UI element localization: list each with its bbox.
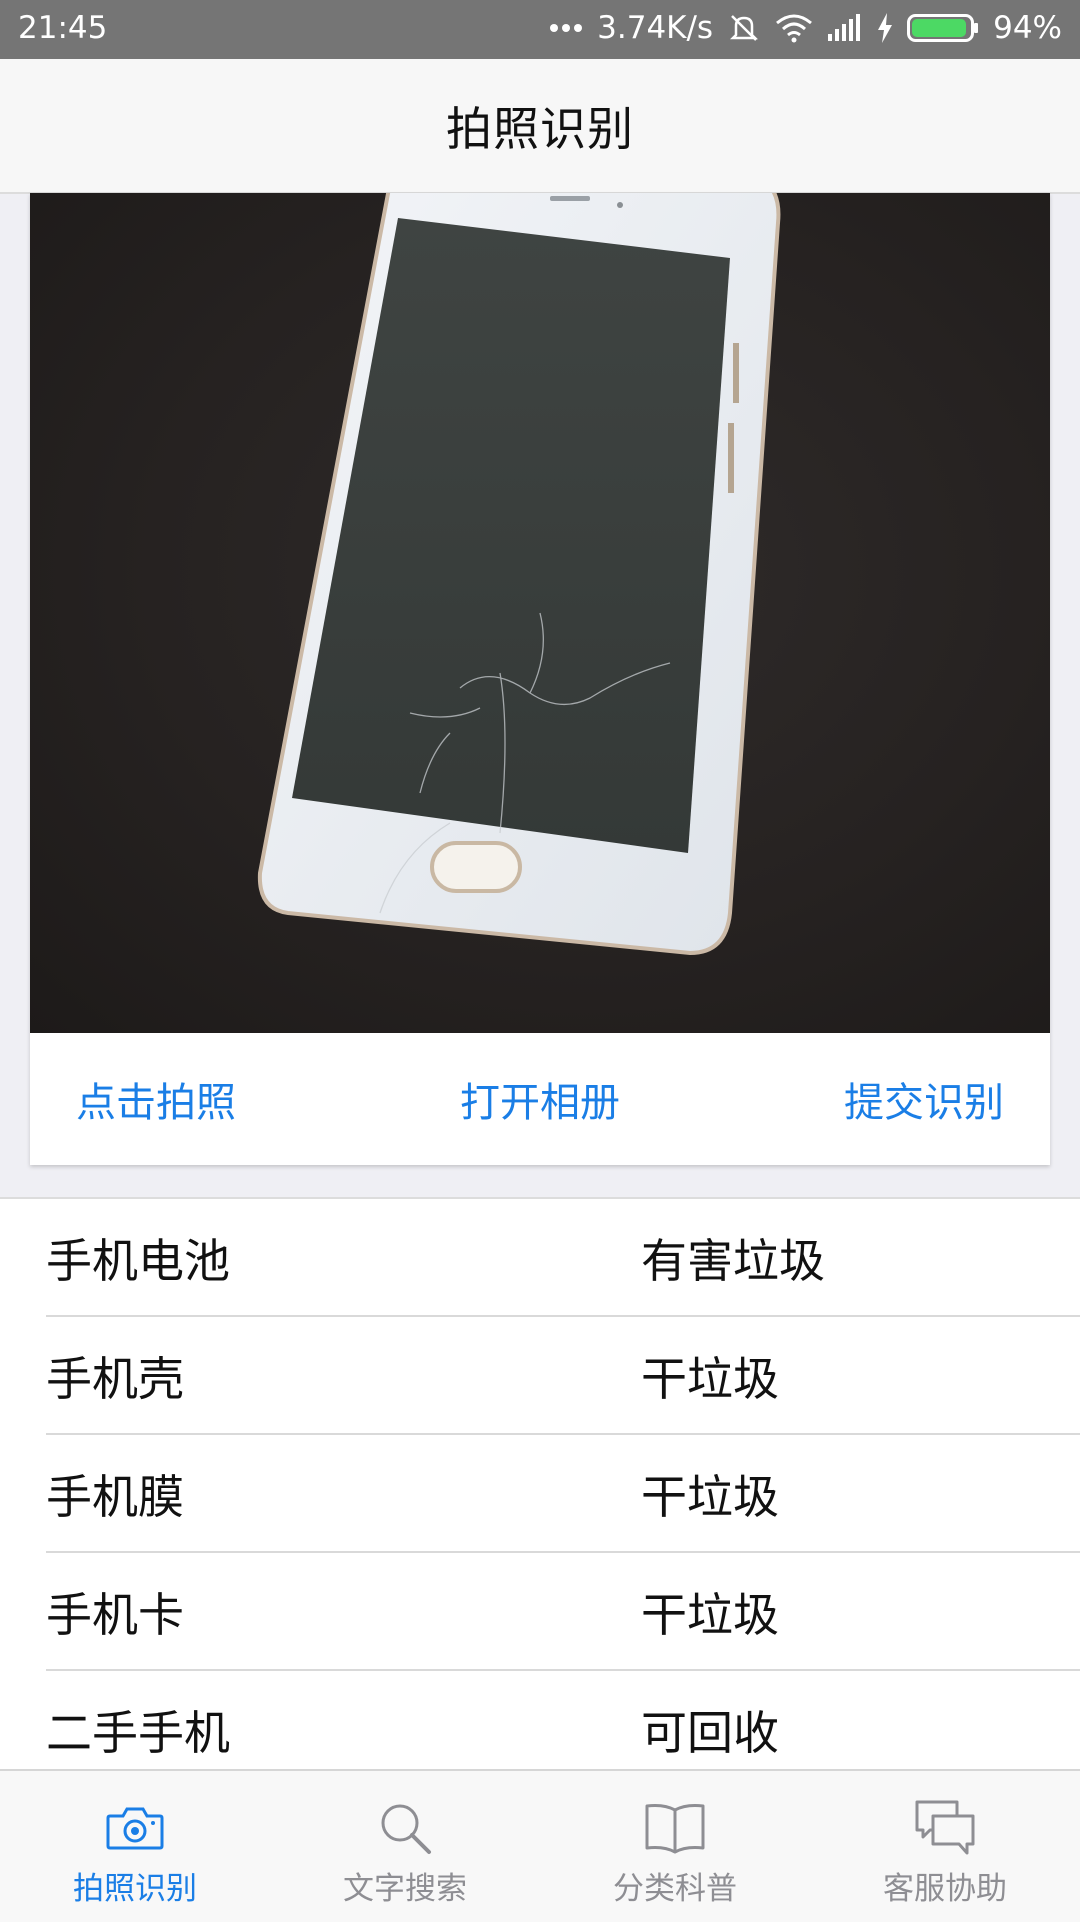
mute-bell-icon bbox=[727, 11, 761, 45]
list-item[interactable]: 手机卡 干垃圾 bbox=[46, 1553, 1080, 1671]
page-title: 拍照识别 bbox=[446, 101, 634, 156]
tab-label: 分类科普 bbox=[613, 1871, 737, 1907]
battery-icon bbox=[907, 13, 979, 43]
tab-label: 客服协助 bbox=[883, 1871, 1007, 1907]
list-item[interactable]: 手机电池 有害垃圾 bbox=[46, 1199, 1080, 1317]
phone-photo-illustration bbox=[257, 193, 781, 956]
battery-percent: 94% bbox=[993, 10, 1062, 46]
tab-customer-service[interactable]: 客服协助 bbox=[810, 1771, 1080, 1922]
item-name: 手机卡 bbox=[46, 1588, 184, 1642]
photo-card: 点击拍照 打开相册 提交识别 bbox=[30, 193, 1050, 1165]
status-icons: 3.74K/s 94% bbox=[549, 10, 1062, 46]
item-category: 干垃圾 bbox=[641, 1470, 779, 1524]
tab-label: 拍照识别 bbox=[73, 1871, 197, 1907]
take-photo-button[interactable]: 点击拍照 bbox=[76, 1070, 236, 1128]
status-time: 21:45 bbox=[18, 10, 108, 46]
camera-icon bbox=[100, 1797, 170, 1859]
list-item[interactable]: 二手手机 可回收 bbox=[46, 1671, 1080, 1771]
wifi-icon bbox=[775, 13, 813, 43]
item-category: 可回收 bbox=[641, 1706, 779, 1760]
item-name: 手机壳 bbox=[46, 1352, 184, 1406]
signal-icon bbox=[827, 14, 863, 42]
tab-category-guide[interactable]: 分类科普 bbox=[540, 1771, 810, 1922]
status-bar: 21:45 3.74K/s 94% bbox=[0, 0, 1080, 59]
network-speed: 3.74K/s bbox=[597, 10, 714, 46]
book-icon bbox=[640, 1797, 710, 1859]
nav-bar: 拍照识别 bbox=[0, 59, 1080, 194]
captured-photo bbox=[30, 193, 1050, 1033]
tab-photo-recognition[interactable]: 拍照识别 bbox=[0, 1771, 270, 1922]
submit-recognition-button[interactable]: 提交识别 bbox=[844, 1070, 1004, 1128]
search-icon bbox=[370, 1797, 440, 1859]
open-album-button[interactable]: 打开相册 bbox=[460, 1070, 620, 1128]
more-dots-icon bbox=[549, 23, 583, 33]
photo-actions: 点击拍照 打开相册 提交识别 bbox=[30, 1033, 1050, 1165]
chat-icon bbox=[910, 1797, 980, 1859]
charging-icon bbox=[877, 13, 893, 43]
item-name: 手机电池 bbox=[46, 1234, 230, 1288]
tab-label: 文字搜索 bbox=[343, 1871, 467, 1907]
item-category: 干垃圾 bbox=[641, 1588, 779, 1642]
list-item[interactable]: 手机膜 干垃圾 bbox=[46, 1435, 1080, 1553]
item-category: 有害垃圾 bbox=[641, 1234, 825, 1288]
results-list: 手机电池 有害垃圾 手机壳 干垃圾 手机膜 干垃圾 手机卡 干垃圾 二手手机 可… bbox=[0, 1197, 1080, 1771]
tab-bar: 拍照识别 文字搜索 分类科普 客服协助 bbox=[0, 1769, 1080, 1922]
item-category: 干垃圾 bbox=[641, 1352, 779, 1406]
tab-text-search[interactable]: 文字搜索 bbox=[270, 1771, 540, 1922]
item-name: 手机膜 bbox=[46, 1470, 184, 1524]
item-name: 二手手机 bbox=[46, 1706, 230, 1760]
list-item[interactable]: 手机壳 干垃圾 bbox=[46, 1317, 1080, 1435]
